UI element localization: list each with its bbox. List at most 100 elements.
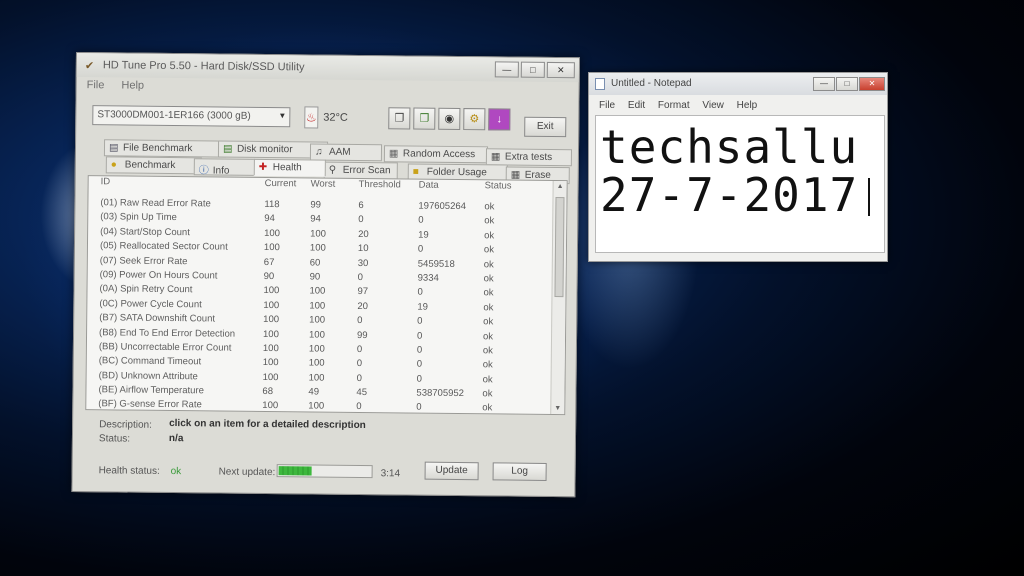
tab-label: Benchmark [124, 159, 176, 172]
cell-status: ok [483, 258, 494, 270]
drive-select-value: ST3000DM001-1ER166 (3000 gB) [97, 109, 251, 122]
menu-view[interactable]: View [702, 100, 724, 111]
cell-current: 100 [264, 227, 281, 239]
tab-label: Disk monitor [236, 143, 293, 156]
cell-status: ok [483, 244, 495, 256]
cell-id: (BD) Unknown Attribute [98, 369, 198, 382]
cell-threshold: 10 [357, 243, 369, 255]
menu-help[interactable]: Help [121, 79, 144, 91]
chevron-down-icon: ▼ [278, 111, 287, 121]
log-button[interactable]: Log [492, 462, 547, 481]
window-title: HD Tune Pro 5.50 - Hard Disk/SSD Utility [102, 59, 305, 74]
speaker-icon: ♫ [314, 146, 323, 158]
notepad-title-bar[interactable]: Untitled - Notepad — □ ✕ [589, 73, 887, 95]
cell-id: (04) Start/Stop Count [100, 226, 190, 238]
cell-status: ok [482, 345, 493, 357]
tab-aam[interactable]: ♫ AAM [309, 143, 383, 162]
cell-worst: 60 [309, 257, 321, 269]
status-label: Status: [98, 433, 131, 445]
camera-icon: ◉ [444, 112, 455, 125]
tab-label: Random Access [402, 148, 476, 161]
update-button[interactable]: Update [424, 461, 479, 481]
notepad-close-button[interactable]: ✕ [859, 77, 885, 91]
cell-threshold: 0 [356, 343, 363, 355]
cell-status: ok [483, 316, 494, 328]
cell-worst: 100 [309, 314, 326, 326]
copy-text-button[interactable]: ❐ [388, 107, 411, 130]
drive-select[interactable]: ST3000DM001-1ER166 (3000 gB) ▼ [92, 105, 291, 128]
cell-current: 100 [263, 285, 280, 297]
tab-label: AAM [328, 146, 351, 158]
notepad-minimize-button[interactable]: — [813, 77, 835, 91]
tab-label: Info [212, 165, 230, 177]
column-header-current[interactable]: Current [265, 178, 297, 189]
cell-data: 0 [417, 243, 424, 255]
column-header-id[interactable]: ID [101, 176, 111, 187]
scrollbar-thumb[interactable] [554, 197, 565, 298]
cell-threshold: 0 [356, 401, 362, 413]
column-header-threshold[interactable]: Threshold [359, 179, 401, 190]
cell-worst: 100 [308, 357, 325, 369]
cell-threshold: 6 [358, 199, 364, 212]
close-button[interactable]: ✕ [546, 61, 575, 79]
cell-data: 5459518 [417, 258, 455, 270]
tab-file-benchmark[interactable]: ▤ File Benchmark [103, 139, 227, 158]
tab-benchmark[interactable]: ● Benchmark [105, 156, 202, 175]
tab-health[interactable]: ✚ Health [253, 158, 326, 177]
download-arrow-icon: ↓ [496, 113, 503, 126]
scroll-up-icon[interactable]: ▲ [554, 183, 567, 190]
table-scrollbar[interactable]: ▲ ▼ [550, 180, 567, 415]
cell-current: 100 [262, 328, 279, 340]
cell-id: (B7) SATA Downshift Count [99, 312, 216, 325]
cell-current: 100 [262, 400, 279, 412]
save-button[interactable]: ↓ [488, 108, 511, 131]
app-icon: ✔ [84, 60, 95, 73]
exit-button[interactable]: Exit [524, 116, 567, 138]
menu-file[interactable]: File [599, 100, 615, 111]
tab-error-scan[interactable]: ⚲ Error Scan [323, 161, 398, 180]
cell-worst: 99 [310, 199, 322, 211]
cell-threshold: 0 [357, 271, 364, 283]
copy-all-button[interactable]: ❐ [413, 107, 436, 130]
extra-tests-icon: ▦ [490, 151, 501, 163]
menu-format[interactable]: Format [658, 100, 690, 111]
cell-data: 9334 [417, 272, 439, 284]
cell-data: 0 [417, 315, 423, 327]
notepad-maximize-button[interactable]: □ [836, 77, 858, 91]
cell-id: (BC) Command Timeout [98, 355, 202, 368]
column-header-status[interactable]: Status [485, 180, 512, 191]
notepad-line: 27-7-2017 [600, 168, 859, 222]
column-header-worst[interactable]: Worst [311, 178, 336, 189]
magnifier-icon: ⚲ [328, 164, 337, 176]
menu-help[interactable]: Help [737, 100, 758, 111]
maximize-button[interactable]: □ [520, 61, 545, 78]
temperature-readout: 32°C [323, 111, 348, 124]
options-button[interactable]: ⚙ [463, 108, 486, 131]
cell-id: (BE) Airflow Temperature [98, 384, 204, 397]
health-status-label: Health status: [98, 465, 160, 477]
text-caret [868, 178, 870, 216]
status-value: n/a [168, 432, 184, 445]
cell-current: 94 [264, 213, 275, 225]
notepad-text-area[interactable]: techsallu 27-7-2017 [595, 115, 885, 253]
minimize-button[interactable]: — [494, 61, 519, 78]
cell-current: 100 [262, 371, 279, 383]
cell-id: (BF) G-sense Error Rate [98, 398, 202, 411]
cell-data: 0 [417, 286, 423, 298]
folder-icon: ■ [412, 166, 419, 178]
cell-status: ok [483, 302, 494, 314]
copy-icon: ❐ [394, 112, 405, 125]
screenshot-button[interactable]: ◉ [438, 107, 461, 131]
tab-random-access[interactable]: ▦ Random Access [383, 145, 489, 164]
menu-bar: File Help [87, 79, 159, 92]
menu-edit[interactable]: Edit [628, 100, 645, 111]
notepad-window: Untitled - Notepad — □ ✕ File Edit Forma… [588, 72, 888, 262]
column-header-data[interactable]: Data [419, 180, 439, 191]
scroll-down-icon[interactable]: ▼ [551, 405, 564, 412]
title-bar[interactable]: ✔ HD Tune Pro 5.50 - Hard Disk/SSD Utili… [76, 53, 579, 83]
cell-data: 19 [417, 301, 428, 313]
menu-file[interactable]: File [87, 79, 105, 91]
cell-data: 0 [418, 214, 424, 227]
cell-status: ok [484, 201, 495, 213]
cell-data: 19 [418, 229, 429, 241]
